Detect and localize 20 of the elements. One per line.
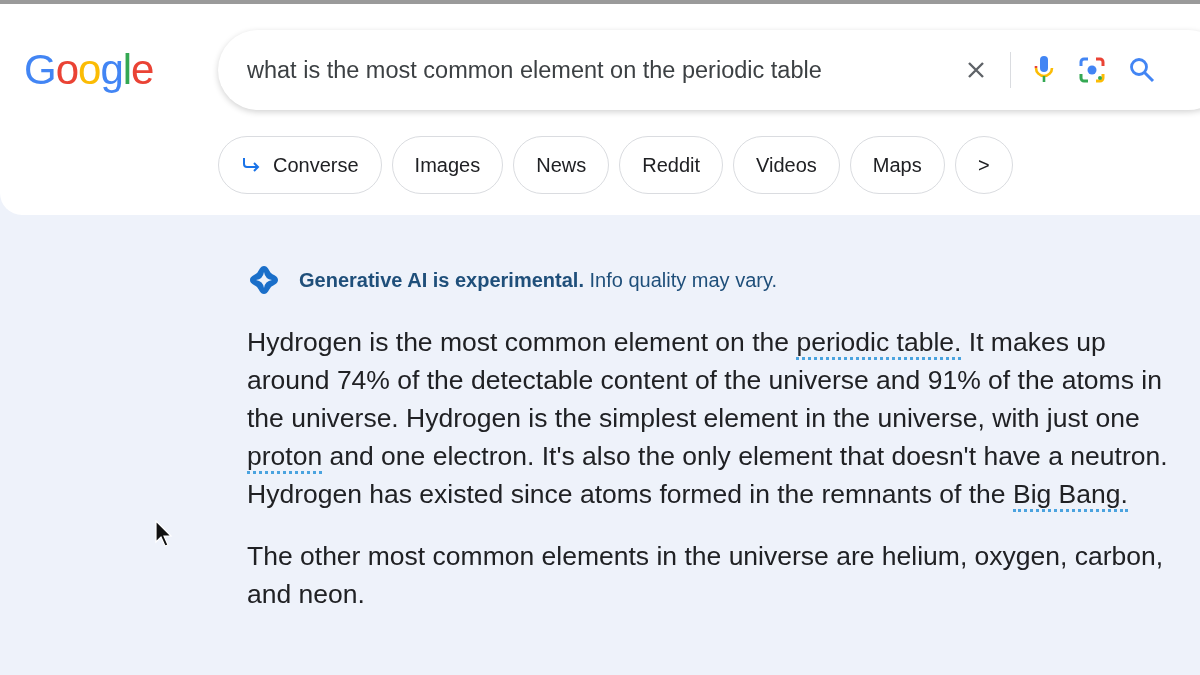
camera-icon[interactable] xyxy=(1077,55,1107,85)
arrow-icon xyxy=(241,156,261,174)
answer-paragraph: Hydrogen is the most common element on the periodic table. It makes up around 74% of the detectable content of the universe and 91% of the atoms in the universe. Hydrogen is the simplest element in the universe, with just one proton and one electron. It's also the only element that doesn't have a neutron. Hydrogen has existed since atoms formed in the remnants of the Big Bang. xyxy=(247,323,1192,513)
sparkle-icon xyxy=(247,263,281,297)
mouse-cursor-icon xyxy=(155,520,173,548)
search-field[interactable]: what is the most common element on the periodic table xyxy=(247,56,942,84)
ai-disclaimer: Generative AI is experimental. Info quality may vary. xyxy=(299,268,777,292)
glossary-link[interactable]: Big Bang. xyxy=(1012,479,1128,512)
filter-chip[interactable]: Videos xyxy=(733,136,840,194)
filter-chip[interactable]: Maps xyxy=(849,136,945,194)
search-icon[interactable] xyxy=(1129,57,1155,83)
converse-chip[interactable]: Converse xyxy=(218,136,382,194)
next-button[interactable]: > xyxy=(954,136,1013,194)
logo[interactable]: Google xyxy=(0,46,218,94)
answer-paragraph: The other most common elements in the universe are helium, oxygen, carbon, and neon. xyxy=(247,540,1165,611)
filter-chip[interactable]: Reddit xyxy=(619,136,724,194)
filter-chip[interactable]: Images xyxy=(391,136,504,194)
glossary-link[interactable]: proton xyxy=(247,441,323,474)
glossary-link[interactable]: periodic table. xyxy=(796,327,962,360)
filter-chip[interactable]: News xyxy=(513,136,610,194)
